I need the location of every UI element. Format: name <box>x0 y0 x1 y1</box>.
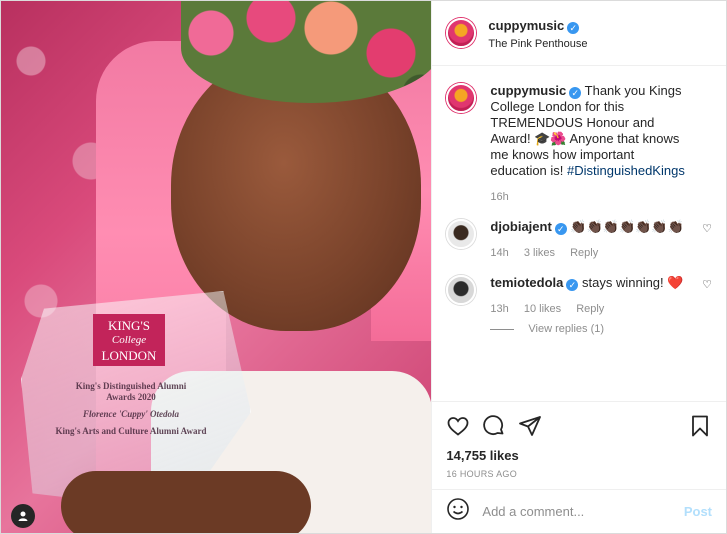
reply-button[interactable]: Reply <box>570 247 598 259</box>
post-container: KING'S College LONDON King's Distinguish… <box>0 0 727 534</box>
award-inscription: King's Distinguished Alumni Awards 2020 … <box>41 381 221 437</box>
heart-icon[interactable] <box>446 414 470 438</box>
avatar[interactable] <box>446 83 477 113</box>
inscription-line: King's Arts and Culture Alumni Award <box>55 426 207 436</box>
comment-input[interactable] <box>482 504 684 519</box>
comment-username[interactable]: djobiajent <box>490 219 551 234</box>
post-side-panel: cuppymusic ✓ The Pink Penthouse cuppymusi… <box>431 1 726 533</box>
comment-likes[interactable]: 3 likes <box>524 247 555 259</box>
heart-icon[interactable]: ♡ <box>702 222 712 235</box>
comment-likes[interactable]: 10 likes <box>524 303 561 315</box>
post-button[interactable]: Post <box>684 504 712 519</box>
comment-time[interactable]: 13h <box>490 303 508 315</box>
view-replies-button[interactable]: View replies (1) <box>490 323 712 335</box>
inscription-line: Florence 'Cuppy' Otedola <box>83 409 179 419</box>
emoji-icon[interactable] <box>446 497 470 526</box>
inscription-line: King's Distinguished Alumni <box>75 381 187 391</box>
hashtag-link[interactable]: #DistinguishedKings <box>567 163 685 178</box>
action-bar: 14,755 likes 16 HOURS AGO <box>432 401 726 479</box>
caption-username[interactable]: cuppymusic <box>490 83 566 98</box>
kings-college-logo: KING'S College LONDON <box>93 314 165 366</box>
verified-icon: ✓ <box>569 87 582 99</box>
comment-username[interactable]: temiotedola <box>490 275 563 290</box>
verified-icon: ✓ <box>567 21 580 34</box>
bookmark-icon[interactable] <box>688 414 712 438</box>
heart-icon[interactable]: ♡ <box>702 278 712 291</box>
reply-button[interactable]: Reply <box>576 303 604 315</box>
verified-icon: ✓ <box>566 279 579 291</box>
post-photo[interactable]: KING'S College LONDON King's Distinguish… <box>1 1 432 533</box>
logo-line: KING'S <box>107 318 151 333</box>
location-link[interactable]: The Pink Penthouse <box>488 38 587 50</box>
comments-section[interactable]: cuppymusic ✓ Thank you Kings College Lond… <box>432 67 726 401</box>
avatar[interactable] <box>446 275 477 305</box>
add-comment-bar: Post <box>432 489 726 533</box>
caption-time[interactable]: 16h <box>490 191 508 203</box>
hands <box>61 471 311 533</box>
post-header: cuppymusic ✓ The Pink Penthouse <box>432 1 726 66</box>
avatar[interactable] <box>446 219 477 249</box>
logo-line: College <box>111 334 147 346</box>
comment-text: 👏🏿👏🏿👏🏿👏🏿👏🏿👏🏿👏🏿 <box>570 219 684 234</box>
share-icon[interactable] <box>518 414 542 438</box>
header-username[interactable]: cuppymusic <box>488 18 564 33</box>
inscription-line: Awards 2020 <box>106 392 156 402</box>
post-timestamp[interactable]: 16 HOURS AGO <box>446 469 712 479</box>
user-tag-icon[interactable] <box>11 504 35 528</box>
comment-text: stays winning! ❤️ <box>582 275 684 290</box>
comment: djobiajent ✓ 👏🏿👏🏿👏🏿👏🏿👏🏿👏🏿👏🏿 14h 3 likes R… <box>446 219 712 261</box>
comment-time[interactable]: 14h <box>490 247 508 259</box>
likes-count[interactable]: 14,755 likes <box>446 448 712 463</box>
comment: temiotedola ✓ stays winning! ❤️ 13h 10 li… <box>446 275 712 317</box>
caption: cuppymusic ✓ Thank you Kings College Lond… <box>446 83 712 205</box>
view-replies-label: View replies (1) <box>528 323 605 335</box>
logo-line: LONDON <box>101 348 157 363</box>
avatar[interactable] <box>446 18 477 48</box>
verified-icon: ✓ <box>554 223 567 235</box>
comment-icon[interactable] <box>482 414 506 438</box>
